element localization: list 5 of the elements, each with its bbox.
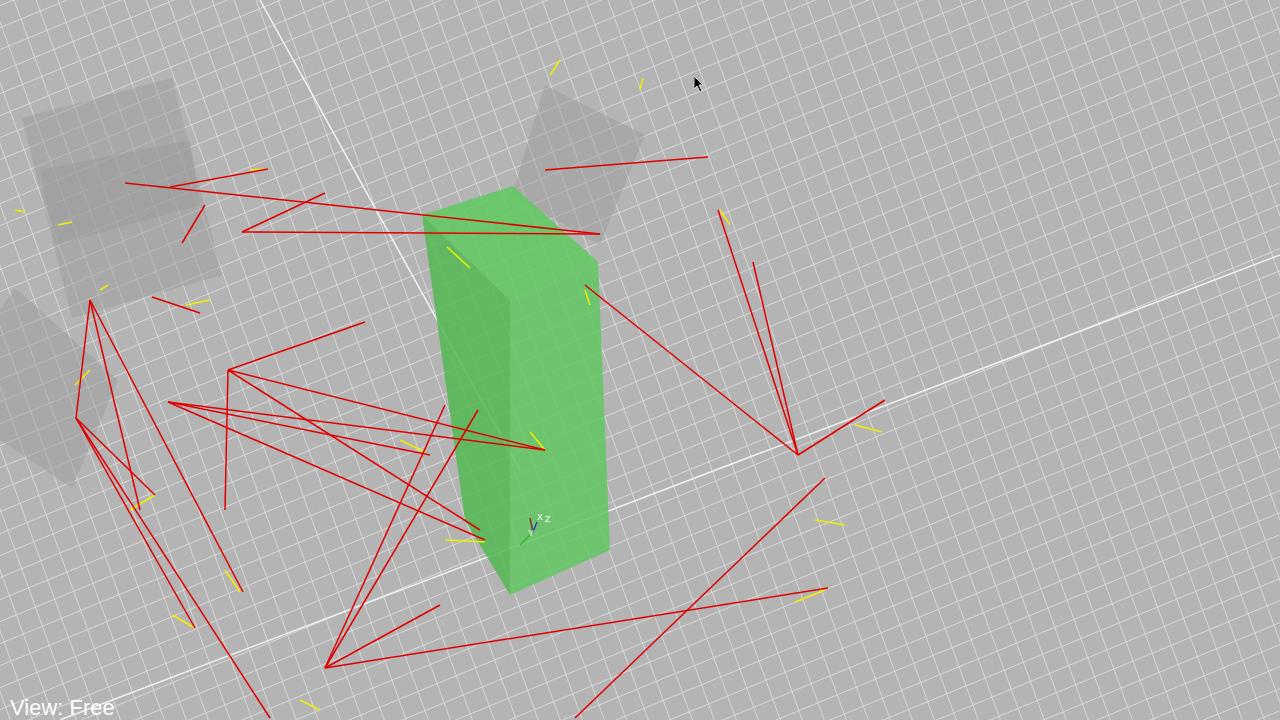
axis-gizmo-icon — [519, 517, 538, 546]
axis-label: X — [537, 512, 543, 522]
mouse-cursor-icon — [694, 76, 704, 92]
axis-label: Y — [528, 528, 534, 538]
axis-label: Z — [545, 514, 551, 524]
